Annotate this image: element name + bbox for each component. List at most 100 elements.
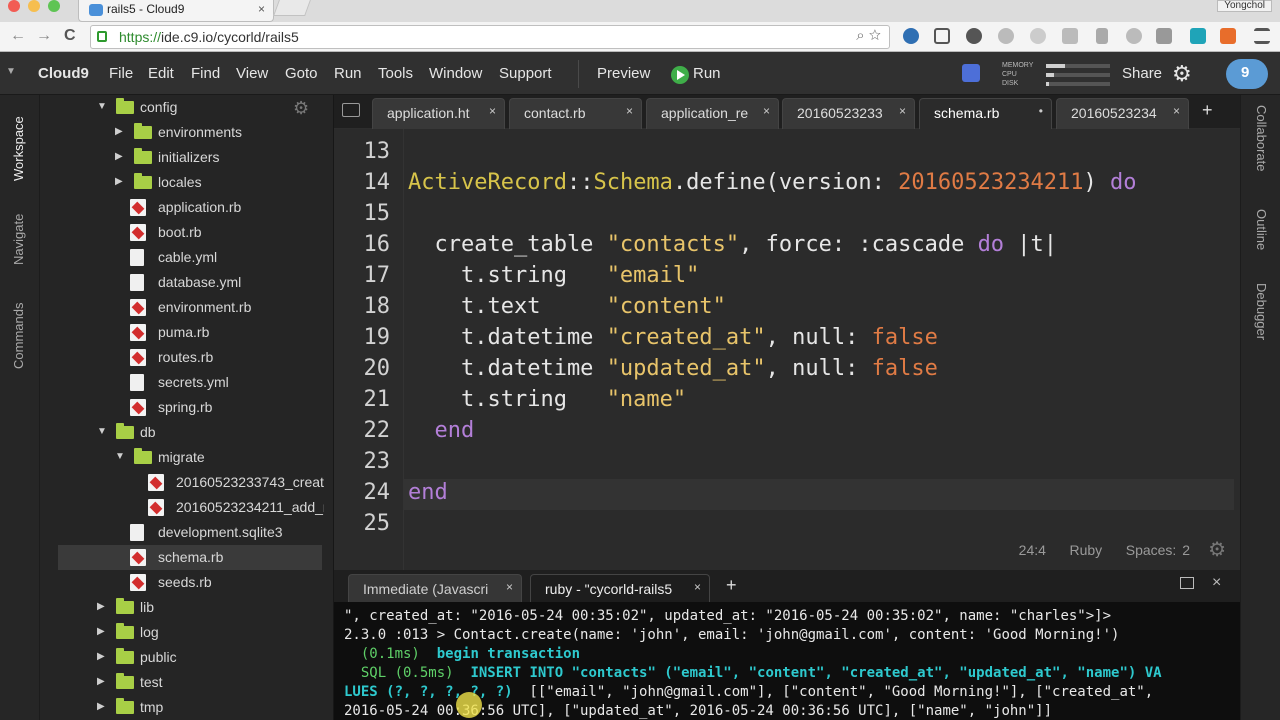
code-editor[interactable]: 13 14 15 16 17 18 19 20 21 22 23 24 25 24:4 Ruby Spa… [334,129,1240,570]
commands-panel-tab[interactable]: Commands [11,303,26,369]
code-line[interactable]: ActiveRecord::Schema.define(version: 201… [408,170,1137,195]
extension-icon[interactable] [966,28,982,44]
editor-tab[interactable]: 20160523233 × [782,98,915,129]
editor-tab[interactable]: application_re × [646,98,779,129]
chrome-menu-icon[interactable] [1254,28,1270,44]
bookmark-star-icon[interactable]: ⌕ ☆ [856,27,881,44]
close-console-icon[interactable]: × [1212,574,1221,592]
collaborators-icon[interactable] [962,64,980,82]
code-line[interactable]: t.text "content" [408,294,726,319]
new-terminal-plus-icon[interactable]: + [726,575,737,596]
tree-file[interactable]: seeds.rb [40,570,334,595]
tree-folder[interactable]: ▶ tmp [40,695,334,720]
tree-folder[interactable]: ▼ config [40,95,334,120]
run-button[interactable]: Run [693,65,721,82]
tree-folder[interactable]: ▼ migrate [40,445,334,470]
code-line[interactable]: t.string "email" [408,263,699,288]
settings-gear-icon[interactable]: ⚙ [1172,61,1192,87]
code-line[interactable]: end [408,418,475,443]
expand-arrow-icon[interactable]: ▶ [115,126,123,137]
code-line[interactable]: create_table "contacts", force: :cascade… [408,232,1057,257]
editor-tab[interactable]: schema.rb • [919,98,1052,129]
close-tab-icon[interactable]: × [694,580,701,594]
close-tab-icon[interactable]: × [506,580,513,594]
close-window-button[interactable] [8,0,20,12]
tree-file[interactable]: secrets.yml [40,370,334,395]
close-tab-icon[interactable]: × [763,104,770,118]
collapse-arrow-icon[interactable]: ▼ [97,101,107,112]
cloud9-menu[interactable]: Cloud9 [38,65,89,82]
tree-file[interactable]: environment.rb [40,295,334,320]
console-tab[interactable]: ruby - "cycorld-rails5 × [530,574,710,602]
language-mode[interactable]: Ruby [1069,542,1102,558]
collapse-arrow-icon[interactable]: ▼ [97,426,107,437]
expand-arrow-icon[interactable]: ▶ [97,676,105,687]
address-bar[interactable]: https://ide.c9.io/cycorld/rails5 ⌕ ☆ [90,25,890,49]
unsaved-dot-icon[interactable]: • [1039,104,1043,118]
tree-folder[interactable]: ▶ locales [40,170,334,195]
expand-arrow-icon[interactable]: ▶ [97,651,105,662]
share-button[interactable]: Share [1122,65,1162,82]
editor-settings-gear-icon[interactable]: ⚙ [1208,537,1226,562]
tree-file[interactable]: schema.rb [58,545,322,570]
tree-file[interactable]: spring.rb [40,395,334,420]
expand-arrow-icon[interactable]: ▶ [115,176,123,187]
tree-file[interactable]: development.sqlite3 [40,520,334,545]
extension-icon[interactable] [1030,28,1046,44]
expand-arrow-icon[interactable]: ▶ [115,151,123,162]
close-tab-icon[interactable]: × [258,2,265,16]
code-line[interactable]: t.datetime "created_at", null: false [408,325,938,350]
menu-tools[interactable]: Tools [378,65,413,82]
tab-list-icon[interactable] [342,103,360,117]
reload-button[interactable]: C [64,27,76,45]
collapse-arrow-icon[interactable]: ▼ [115,451,125,462]
profile-name[interactable]: Yongchol [1217,0,1272,12]
expand-arrow-icon[interactable]: ▶ [97,701,105,712]
tree-file[interactable]: puma.rb [40,320,334,345]
indent-setting[interactable]: Spaces: 2 [1126,542,1190,558]
collaborate-panel-tab[interactable]: Collaborate [1254,105,1269,172]
editor-tab[interactable]: 20160523234 × [1056,98,1189,129]
extension-fullscreen-icon[interactable] [934,28,950,44]
close-tab-icon[interactable]: × [626,104,633,118]
editor-tab[interactable]: contact.rb × [509,98,642,129]
expand-arrow-icon[interactable]: ▶ [97,626,105,637]
new-tab-button[interactable] [273,0,311,16]
preview-button[interactable]: Preview [597,65,650,82]
menu-view[interactable]: View [236,65,268,82]
code-line[interactable]: t.string "name" [408,387,686,412]
editor-tab[interactable]: application.ht × [372,98,505,129]
tree-folder[interactable]: ▶ lib [40,595,334,620]
maximize-console-icon[interactable] [1180,577,1194,589]
forward-button[interactable]: → [36,27,52,45]
cursor-position[interactable]: 24:4 [1019,542,1046,558]
minimize-window-button[interactable] [28,0,40,12]
tree-file[interactable]: 20160523234211_add_na [40,495,334,520]
workspace-panel-tab[interactable]: Workspace [11,116,26,181]
menu-find[interactable]: Find [191,65,220,82]
code-line[interactable]: t.datetime "updated_at", null: false [408,356,938,381]
tree-folder[interactable]: ▶ test [40,670,334,695]
extension-skype-icon[interactable] [1126,28,1142,44]
close-tab-icon[interactable]: × [899,104,906,118]
extension-vimeo-icon[interactable] [1190,28,1206,44]
tree-file[interactable]: boot.rb [40,220,334,245]
tree-folder[interactable]: ▶ public [40,645,334,670]
navigate-panel-tab[interactable]: Navigate [11,214,26,265]
close-tab-icon[interactable]: × [489,104,496,118]
extension-chart-icon[interactable] [1220,28,1236,44]
extension-icon[interactable] [1062,28,1078,44]
tree-file[interactable]: 20160523233743_create_ [40,470,334,495]
menu-window[interactable]: Window [429,65,482,82]
console-tab[interactable]: Immediate (Javascri × [348,574,522,602]
debugger-panel-tab[interactable]: Debugger [1254,283,1269,340]
code-line[interactable]: end [408,480,448,505]
menu-edit[interactable]: Edit [148,65,174,82]
extension-icon[interactable] [1096,28,1108,44]
back-button[interactable]: ← [10,27,26,45]
maximize-window-button[interactable] [48,0,60,12]
extension-icon[interactable] [1156,28,1172,44]
menu-run[interactable]: Run [334,65,362,82]
tree-folder[interactable]: ▶ initializers [40,145,334,170]
tree-file[interactable]: routes.rb [40,345,334,370]
